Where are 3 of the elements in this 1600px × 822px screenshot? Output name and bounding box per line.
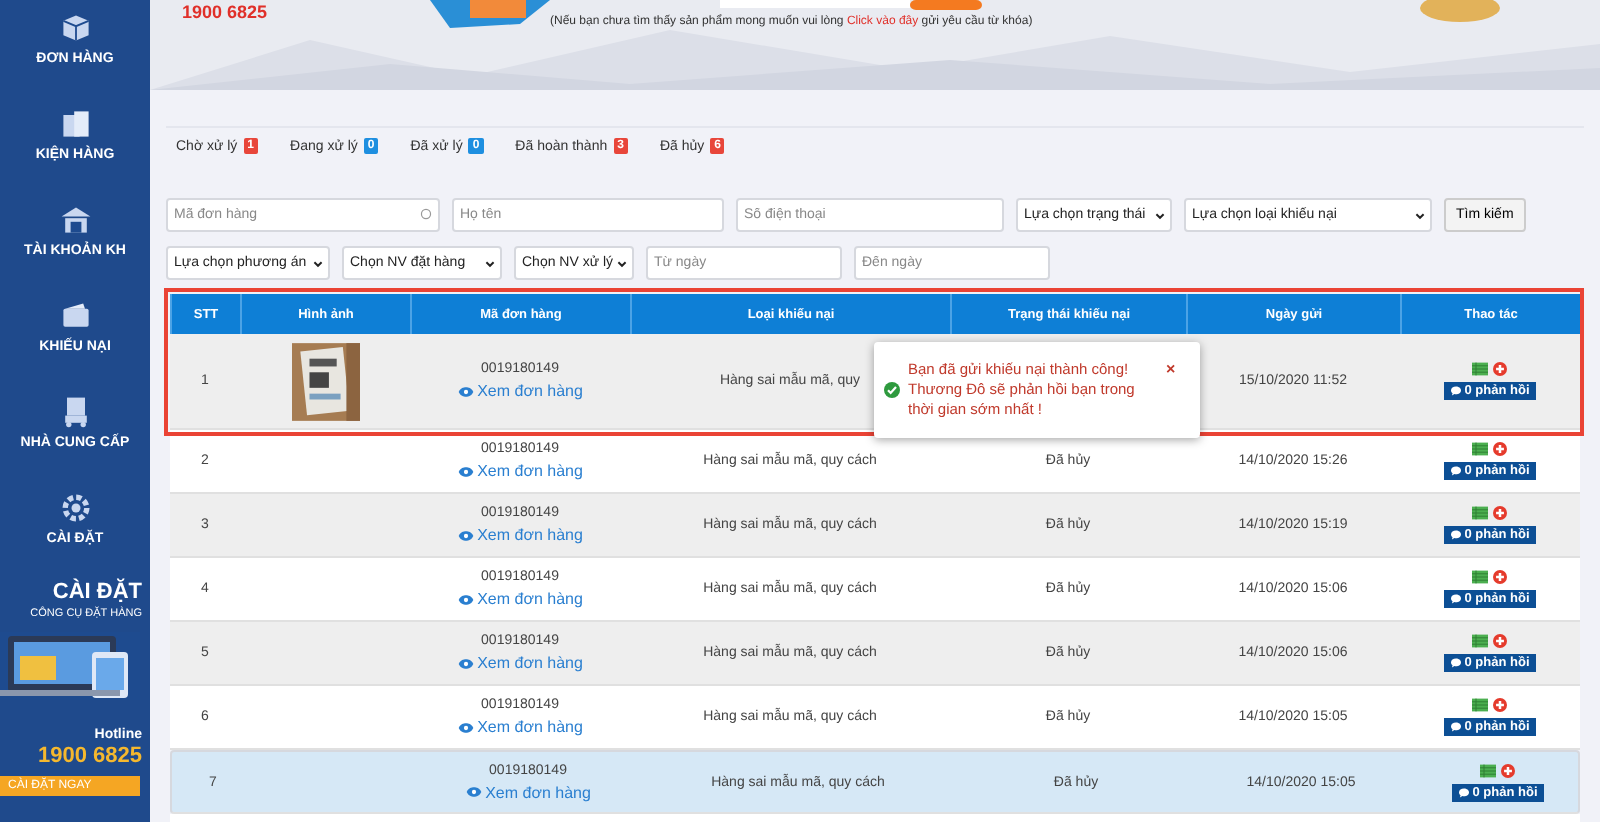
- hotline-number: 1900 6825: [182, 2, 268, 22]
- promo-title: CÀI ĐẶT: [52, 580, 142, 604]
- hotline-number: 1900 6825: [38, 744, 142, 768]
